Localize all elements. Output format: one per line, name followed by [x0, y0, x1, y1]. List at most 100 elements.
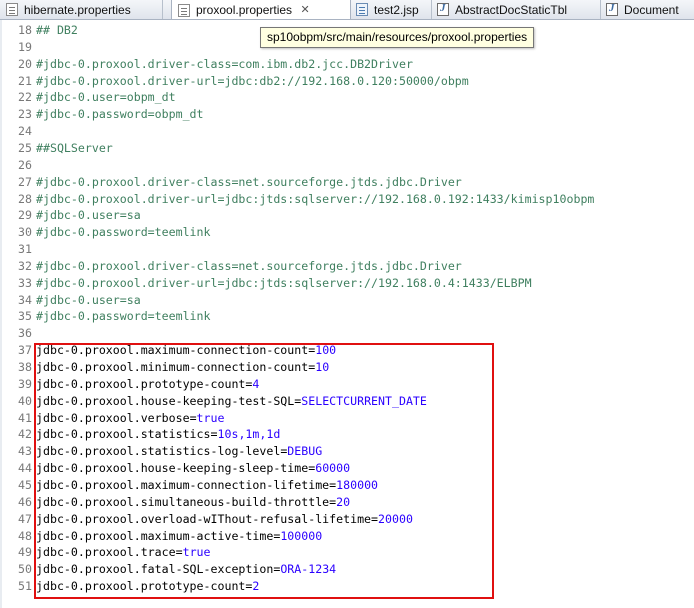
close-icon[interactable]: ✕	[300, 5, 310, 16]
property-key: jdbc-0.proxool.simultaneous-build-thrott…	[36, 494, 330, 509]
comment-text: #jdbc-0.password=teemlink	[36, 309, 211, 324]
line-code: jdbc-0.proxool.statistics=10s,1m,1d	[36, 426, 280, 443]
properties-editor[interactable]: 18 ## DB2 19 20 #jdbc-0.proxool.driver-class…	[0, 20, 694, 608]
comment-text: #jdbc-0.proxool.driver-class=net.sourcef…	[36, 174, 462, 189]
line-code: #jdbc-0.password=teemlink	[36, 308, 211, 325]
line-number: 51	[18, 579, 32, 594]
line-code: #jdbc-0.user=sa	[36, 292, 141, 309]
tab-hibernate-properties[interactable]: hibernate.properties	[0, 0, 163, 19]
tab-proxool-properties[interactable]: proxool.properties ✕	[171, 0, 351, 19]
line-number: 46	[18, 494, 32, 509]
line-number: 48	[18, 528, 32, 543]
comment-text: #jdbc-0.proxool.driver-url=jdbc:jtds:sql…	[36, 191, 595, 206]
line-number: 19	[18, 39, 32, 54]
property-value: 10s,1m,1d	[217, 427, 281, 442]
line-code: #jdbc-0.proxool.driver-url=jdbc:db2://19…	[36, 73, 469, 90]
comment-text: ## DB2	[36, 23, 78, 37]
property-value: SELECTCURRENT_DATE	[301, 393, 427, 408]
line-code: ## DB2	[36, 22, 78, 39]
property-key: jdbc-0.proxool.prototype-count	[36, 376, 246, 391]
line-number: 23	[18, 107, 32, 122]
line-code: jdbc-0.proxool.verbose=true	[36, 410, 224, 427]
line-code: #jdbc-0.user=sa	[36, 207, 141, 224]
line-code: #jdbc-0.proxool.driver-url=jdbc:jtds:sql…	[36, 275, 532, 292]
equals-sign: =	[189, 410, 197, 425]
line-number: 18	[18, 23, 32, 37]
property-value: ORA-1234	[280, 562, 337, 577]
property-value: 2	[252, 579, 260, 594]
property-value: 60000	[315, 461, 351, 476]
line-number: 34	[18, 292, 32, 307]
line-number: 45	[18, 477, 32, 492]
tab-label: Document	[624, 2, 679, 17]
line-code: #jdbc-0.proxool.driver-class=net.sourcef…	[36, 258, 462, 275]
line-code: jdbc-0.proxool.house-keeping-test-SQL=SE…	[36, 393, 427, 410]
comment-text: #jdbc-0.proxool.driver-url=jdbc:db2://19…	[36, 73, 469, 88]
tab-label: test2.jsp	[374, 2, 419, 17]
line-number: 21	[18, 73, 32, 88]
line-code: #jdbc-0.password=obpm_dt	[36, 106, 204, 123]
line-code: jdbc-0.proxool.simultaneous-build-thrott…	[36, 494, 350, 511]
line-code: jdbc-0.proxool.trace=true	[36, 544, 211, 561]
property-key: jdbc-0.proxool.house-keeping-test-SQL	[36, 393, 295, 408]
line-code: jdbc-0.proxool.prototype-count=4	[36, 376, 259, 393]
tab-label: hibernate.properties	[24, 2, 131, 17]
line-code: jdbc-0.proxool.overload-wIThout-refusal-…	[36, 511, 413, 528]
line-number: 33	[18, 275, 32, 290]
editor-tab-bar: hibernate.properties proxool.properties ✕ t…	[0, 0, 694, 20]
line-number: 44	[18, 461, 32, 476]
property-value: DEBUG	[287, 444, 323, 459]
comment-text: ##SQLServer	[36, 140, 113, 155]
line-number: 35	[18, 309, 32, 324]
property-key: jdbc-0.proxool.prototype-count	[36, 579, 246, 594]
line-code: #jdbc-0.password=teemlink	[36, 224, 211, 241]
tab-abstractdocstatictbl[interactable]: AbstractDocStaticTbl	[431, 0, 601, 19]
java-file-icon	[606, 2, 618, 16]
comment-text: #jdbc-0.user=obpm_dt	[36, 90, 176, 105]
property-key: jdbc-0.proxool.maximum-active-time	[36, 528, 274, 543]
line-code: jdbc-0.proxool.maximum-connection-lifeti…	[36, 477, 378, 494]
tab-label: proxool.properties	[196, 3, 293, 17]
equals-sign: =	[371, 511, 379, 526]
equals-sign: =	[175, 545, 183, 560]
line-code: jdbc-0.proxool.fatal-SQL-exception=ORA-1…	[36, 561, 336, 578]
property-key: jdbc-0.proxool.house-keeping-sleep-time	[36, 461, 309, 476]
line-code: jdbc-0.proxool.maximum-connection-count=…	[36, 342, 336, 359]
line-number: 25	[18, 140, 32, 155]
line-number: 24	[18, 124, 32, 139]
line-code: #jdbc-0.proxool.driver-class=net.sourcef…	[36, 174, 462, 191]
tab-document[interactable]: Document	[600, 0, 694, 19]
line-code: jdbc-0.proxool.house-keeping-sleep-time=…	[36, 460, 350, 477]
line-number: 32	[18, 258, 32, 273]
line-code: jdbc-0.proxool.prototype-count=2	[36, 578, 259, 595]
property-key: jdbc-0.proxool.trace	[36, 545, 176, 560]
comment-text: #jdbc-0.proxool.driver-class=com.ibm.db2…	[36, 56, 413, 71]
line-code: #jdbc-0.proxool.driver-url=jdbc:jtds:sql…	[36, 191, 594, 208]
property-value: true	[196, 410, 225, 425]
line-number: 47	[18, 511, 32, 526]
line-number: 38	[18, 360, 32, 374]
line-code: jdbc-0.proxool.maximum-active-time=10000…	[36, 528, 322, 545]
comment-text: #jdbc-0.password=obpm_dt	[36, 107, 204, 122]
properties-file-icon	[6, 3, 18, 16]
comment-text: #jdbc-0.user=sa	[36, 208, 141, 223]
property-value: 100	[315, 343, 337, 358]
tab-label: AbstractDocStaticTbl	[455, 2, 568, 17]
property-key: jdbc-0.proxool.verbose	[36, 410, 190, 425]
comment-text: #jdbc-0.proxool.driver-url=jdbc:jtds:sql…	[36, 275, 532, 290]
line-number: 50	[18, 562, 32, 577]
properties-file-icon	[178, 3, 190, 17]
line-code: jdbc-0.proxool.minimum-connection-count=…	[36, 359, 329, 376]
property-value: 180000	[336, 477, 379, 492]
tab-test2-jsp[interactable]: test2.jsp	[350, 0, 432, 19]
property-key: jdbc-0.proxool.maximum-connection-lifeti…	[36, 477, 330, 492]
comment-text: #jdbc-0.proxool.driver-class=net.sourcef…	[36, 258, 462, 273]
java-file-icon	[437, 2, 449, 16]
property-value: true	[182, 545, 211, 560]
line-number: 43	[18, 444, 32, 459]
property-key: jdbc-0.proxool.overload-wIThout-refusal-…	[36, 511, 372, 526]
line-code: jdbc-0.proxool.statistics-log-level=DEBU…	[36, 443, 322, 460]
line-number: 31	[18, 242, 32, 257]
comment-text: #jdbc-0.user=sa	[36, 292, 141, 307]
line-number: 30	[18, 225, 32, 240]
